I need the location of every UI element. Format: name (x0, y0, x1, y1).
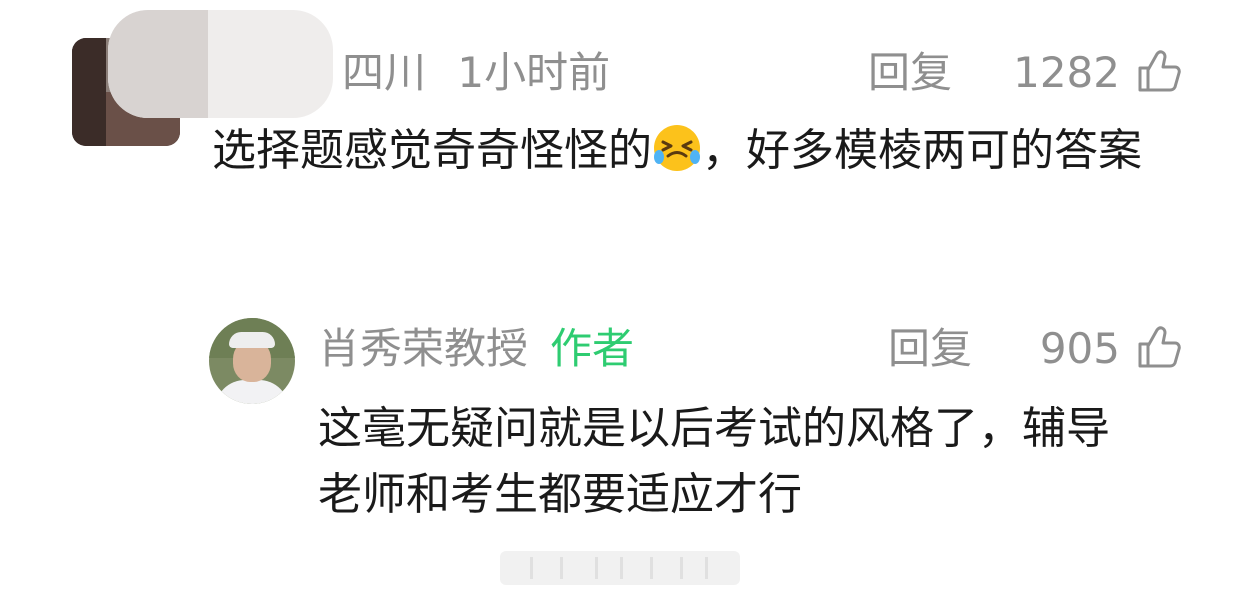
reply-text: 这毫无疑问就是以后考试的风格了，辅导老师和考生都要适应才行 (318, 403, 1110, 520)
comment-like-count: 1282 (1013, 48, 1120, 97)
reply-reply-button[interactable]: 回复 (888, 328, 972, 370)
comment-time: 1小时前 (457, 48, 611, 97)
reply-like-count: 905 (1039, 324, 1120, 373)
comment-text: 选择题感觉奇奇怪怪的 ，好多模棱两可的答案 (212, 118, 1172, 184)
author-badge: 作者 (550, 324, 635, 373)
thumbs-up-icon[interactable] (1136, 48, 1182, 94)
blurred-username-overlay (108, 10, 333, 118)
comment-reply-button[interactable]: 回复 (868, 52, 952, 94)
reply-author-name[interactable]: 肖秀荣教授 (318, 324, 528, 373)
crying-laughing-emoji-icon (654, 125, 700, 171)
comment-text-part2: ，好多模棱两可的答案 (702, 125, 1142, 176)
thumbs-up-icon[interactable] (1136, 324, 1182, 370)
comment-meta: 四川 1小时前 (342, 52, 610, 94)
reply-author-avatar[interactable] (209, 318, 295, 404)
comment-text-part1: 选择题感觉奇奇怪怪的 (212, 125, 652, 176)
blurred-footer-bar (500, 551, 740, 585)
comment-location: 四川 (342, 48, 427, 97)
reply-meta: 肖秀荣教授 作者 (318, 328, 634, 370)
